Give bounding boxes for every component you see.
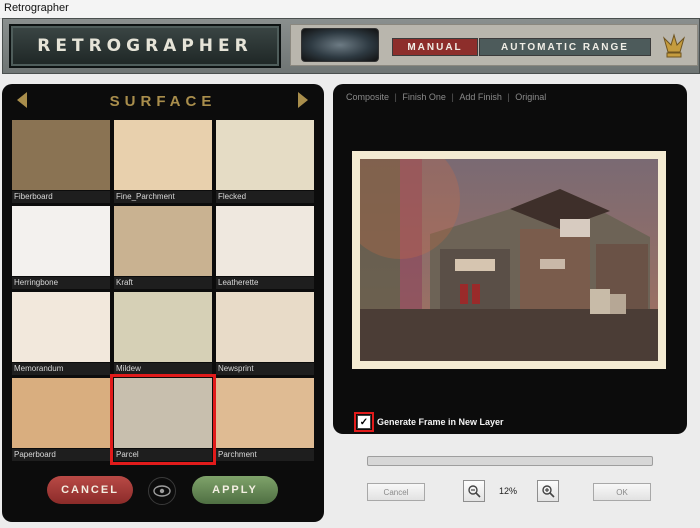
surface-swatch (216, 292, 314, 362)
surface-swatch (216, 206, 314, 276)
mode-panel: MANUAL AUTOMATIC RANGE (290, 24, 698, 66)
surface-tile-label: Paperboard (12, 449, 110, 461)
surface-tile-label: Flecked (216, 191, 314, 203)
divider: | (394, 92, 397, 102)
surface-tile-label: Herringbone (12, 277, 110, 289)
divider: | (451, 92, 454, 102)
surface-tile-label: Mildew (114, 363, 212, 375)
zoom-in-icon (542, 485, 555, 498)
app-logo: RETROGRAPHER (9, 24, 281, 68)
surface-apply-button[interactable]: APPLY (192, 476, 278, 504)
preview-photo-frame (352, 151, 666, 369)
surface-title: SURFACE (109, 93, 217, 110)
camera-icon (301, 28, 379, 62)
surface-tile[interactable]: Memorandum (12, 292, 110, 375)
logo-text: RETROGRAPHER (37, 36, 253, 56)
surface-swatch (114, 206, 212, 276)
surface-swatch (12, 206, 110, 276)
app-header: RETROGRAPHER MANUAL AUTOMATIC RANGE (2, 18, 700, 74)
surface-tile[interactable]: Flecked (216, 120, 314, 203)
cancel-button[interactable]: Cancel (367, 483, 425, 501)
surface-tile[interactable]: Herringbone (12, 206, 110, 289)
surface-swatch (216, 120, 314, 190)
surface-tile-label: Fine_Parchment (114, 191, 212, 203)
preview-tabs: Composite | Finish One | Add Finish | Or… (346, 92, 549, 102)
preview-panel: Composite | Finish One | Add Finish | Or… (333, 84, 687, 434)
window-titlebar: Retrographer (0, 0, 700, 19)
surface-tile-label: Leatherette (216, 277, 314, 289)
surface-tile[interactable]: Paperboard (12, 378, 110, 461)
surface-tile-label: Fiberboard (12, 191, 110, 203)
ok-button[interactable]: OK (593, 483, 651, 501)
store-scene-illustration (360, 159, 658, 361)
surface-swatch (12, 120, 110, 190)
zoom-in-button[interactable] (537, 480, 559, 502)
surface-swatch (114, 378, 212, 448)
surface-tile-label: Newsprint (216, 363, 314, 375)
tab-composite[interactable]: Composite (346, 92, 389, 102)
automatic-range-mode-button[interactable]: AUTOMATIC RANGE (479, 38, 651, 56)
window-title: Retrographer (4, 2, 69, 14)
crown-icon (662, 33, 686, 58)
surface-swatch (12, 292, 110, 362)
zoom-out-button[interactable] (463, 480, 485, 502)
generate-frame-checkbox[interactable]: ✓ (354, 412, 374, 432)
eye-icon (153, 485, 171, 497)
tab-add-finish[interactable]: Add Finish (459, 92, 502, 102)
surface-tile[interactable]: Fiberboard (12, 120, 110, 203)
surface-tile[interactable]: Leatherette (216, 206, 314, 289)
surface-swatch (114, 120, 212, 190)
surface-panel: SURFACE Fiberboard Fine_Parchment Flecke… (2, 84, 324, 522)
generate-frame-label: Generate Frame in New Layer (377, 417, 504, 427)
tab-finish-one[interactable]: Finish One (402, 92, 446, 102)
surface-tile[interactable]: Fine_Parchment (114, 120, 212, 203)
surface-tile[interactable]: Parchment (216, 378, 314, 461)
surface-tile[interactable]: Kraft (114, 206, 212, 289)
tab-original[interactable]: Original (515, 92, 546, 102)
surface-grid: Fiberboard Fine_Parchment Flecked Herrin… (12, 120, 314, 465)
next-surface-arrow-icon[interactable] (298, 92, 308, 108)
surface-tile[interactable]: Newsprint (216, 292, 314, 375)
preview-toggle-button[interactable] (148, 477, 176, 505)
zoom-out-icon (468, 485, 481, 498)
surface-tile[interactable]: Parcel (110, 374, 216, 465)
preview-photo (360, 159, 658, 361)
surface-tile-label: Parchment (216, 449, 314, 461)
surface-tile-label: Memorandum (12, 363, 110, 375)
surface-swatch (12, 378, 110, 448)
zoom-level: 12% (498, 486, 517, 496)
manual-mode-button[interactable]: MANUAL (392, 38, 478, 56)
surface-tile-label: Kraft (114, 277, 212, 289)
surface-tile[interactable]: Mildew (114, 292, 212, 375)
divider: | (507, 92, 510, 102)
progress-bar (367, 456, 653, 466)
surface-swatch (114, 292, 212, 362)
generate-frame-option: ✓ Generate Frame in New Layer (354, 412, 504, 432)
surface-swatch (216, 378, 314, 448)
surface-tile-label: Parcel (114, 449, 212, 461)
surface-cancel-button[interactable]: CANCEL (47, 476, 133, 504)
